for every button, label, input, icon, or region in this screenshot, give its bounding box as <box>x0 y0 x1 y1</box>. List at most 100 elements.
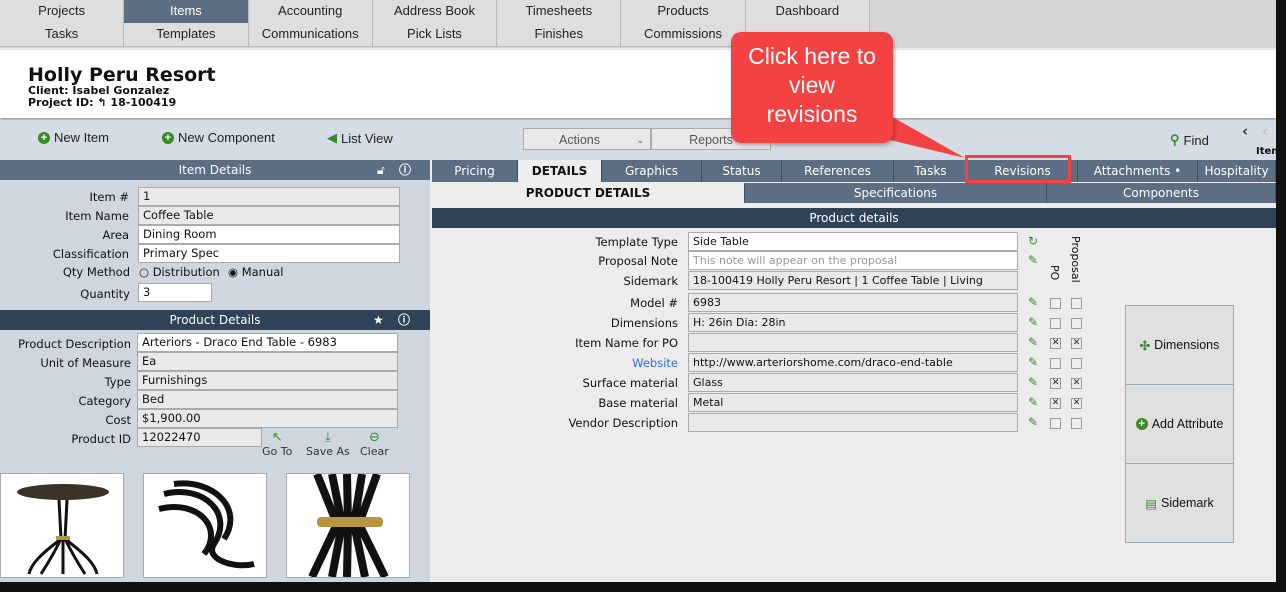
info-icon[interactable]: ⓘ <box>399 160 411 180</box>
field-input[interactable]: 12022470 <box>137 428 262 447</box>
pencil-icon[interactable]: ✎ <box>1028 335 1038 349</box>
revisions-callout: Click here to view revisions <box>731 32 893 143</box>
sidemark-button[interactable]: ▤ Sidemark <box>1125 463 1234 543</box>
new-component-button[interactable]: + New Component <box>162 130 275 145</box>
po-checkbox[interactable] <box>1050 298 1061 309</box>
clear-label: Clear <box>360 445 389 458</box>
field-input[interactable]: 6983 <box>688 293 1018 312</box>
field-label: Cost <box>105 413 131 427</box>
proposal-checkbox[interactable] <box>1071 358 1082 369</box>
qty-distribution-radio[interactable]: ○ Distribution <box>139 265 220 279</box>
po-checkbox[interactable]: ✕ <box>1050 378 1061 389</box>
pencil-icon[interactable]: ✎ <box>1028 395 1038 409</box>
field-input[interactable]: This note will appear on the proposal <box>688 251 1018 270</box>
proposal-checkbox[interactable] <box>1071 418 1082 429</box>
dimensions-label: Dimensions <box>1154 338 1220 352</box>
field-label: Item Name for PO <box>575 336 678 350</box>
nav-item[interactable]: Timesheets <box>497 0 622 24</box>
field-input[interactable]: Furnishings <box>137 371 398 390</box>
nav-item[interactable]: Tasks <box>0 23 125 47</box>
nav-item[interactable]: Products <box>621 0 746 24</box>
new-item-button[interactable]: + New Item <box>38 130 109 145</box>
clear-button[interactable]: ⊖ Clear <box>360 430 389 458</box>
back-arrow-icon[interactable]: ↰ <box>97 96 106 109</box>
product-image-1[interactable] <box>0 473 124 578</box>
next-arrow-icon[interactable]: ‹ <box>1262 122 1268 140</box>
nav-item[interactable]: Projects <box>0 0 125 24</box>
add-attribute-button[interactable]: + Add Attribute <box>1125 384 1234 464</box>
nav-item[interactable]: Finishes <box>497 23 622 47</box>
tab-details[interactable]: DETAILS <box>518 160 602 182</box>
subtab[interactable]: Components <box>1047 183 1276 203</box>
pencil-icon[interactable]: ✎ <box>1028 375 1038 389</box>
field-input[interactable]: Metal <box>688 393 1018 412</box>
field-input[interactable]: Ea <box>137 352 398 371</box>
info-icon[interactable]: ⓘ <box>398 310 410 330</box>
field-input[interactable] <box>688 333 1018 352</box>
field-label: Area <box>102 228 129 242</box>
field-input[interactable]: H: 26in Dia: 28in <box>688 313 1018 332</box>
tab-hospitality[interactable]: Hospitality <box>1198 160 1276 182</box>
field-input[interactable]: Glass <box>688 373 1018 392</box>
refresh-icon[interactable]: ↻ <box>1028 234 1038 248</box>
pencil-icon[interactable]: ✎ <box>1028 295 1038 309</box>
field-input[interactable]: Side Table <box>688 232 1018 251</box>
minus-circle-icon: ⊖ <box>368 430 380 445</box>
list-view-label: List View <box>341 130 393 146</box>
pencil-icon[interactable]: ✎ <box>1028 253 1038 267</box>
field-input[interactable]: Bed <box>137 390 398 409</box>
nav-item[interactable]: Communications <box>248 23 373 47</box>
proposal-checkbox[interactable]: ✕ <box>1071 338 1082 349</box>
po-checkbox[interactable] <box>1050 418 1061 429</box>
pencil-icon[interactable]: ✎ <box>1028 315 1038 329</box>
field-input[interactable]: $1,900.00 <box>137 409 398 428</box>
product-image-3[interactable] <box>286 472 410 579</box>
nav-item[interactable]: Dashboard <box>745 0 870 24</box>
tab-pricing[interactable]: Pricing <box>432 160 518 182</box>
nav-item[interactable]: Address Book <box>372 0 498 24</box>
nav-item[interactable]: Templates <box>124 23 249 47</box>
field-label[interactable]: Website <box>432 356 678 370</box>
nav-item[interactable]: Accounting <box>248 0 373 24</box>
field-input[interactable]: 1 <box>138 187 400 206</box>
nav-item[interactable]: Commissions <box>621 23 746 47</box>
proposal-checkbox[interactable]: ✕ <box>1071 378 1082 389</box>
tab-attachments[interactable]: Attachments • <box>1078 160 1198 182</box>
field-input[interactable]: http://www.arteriorshome.com/draco-end-t… <box>688 353 1018 372</box>
nav-item[interactable]: Items <box>124 0 249 24</box>
field-input[interactable] <box>688 413 1018 432</box>
actions-dropdown[interactable]: Actions ⌄ <box>523 128 651 150</box>
pencil-icon[interactable]: ✎ <box>1028 355 1038 369</box>
actions-label: Actions <box>559 133 600 147</box>
save-as-button[interactable]: ⤓ Save As <box>306 430 350 458</box>
quantity-input[interactable]: 3 <box>138 283 212 302</box>
go-to-button[interactable]: ↖ Go To <box>262 430 292 458</box>
list-view-button[interactable]: ◀ List View <box>327 130 393 146</box>
proposal-checkbox[interactable]: ✕ <box>1071 398 1082 409</box>
qty-manual-radio[interactable]: ◉ Manual <box>228 265 284 279</box>
field-input[interactable]: Coffee Table <box>138 206 400 225</box>
proposal-checkbox[interactable] <box>1071 318 1082 329</box>
po-checkbox[interactable] <box>1050 358 1061 369</box>
previous-arrow-icon[interactable]: ‹ <box>1242 122 1248 140</box>
field-input[interactable]: Arteriors - Draco End Table - 6983 <box>137 333 398 352</box>
dimensions-button[interactable]: ✣ Dimensions <box>1125 305 1234 385</box>
tab-graphics[interactable]: Graphics <box>602 160 702 182</box>
field-input[interactable]: Dining Room <box>138 225 400 244</box>
proposal-checkbox[interactable] <box>1071 298 1082 309</box>
po-checkbox[interactable]: ✕ <box>1050 398 1061 409</box>
field-input[interactable]: Primary Spec <box>138 244 400 263</box>
po-checkbox[interactable] <box>1050 318 1061 329</box>
subtab[interactable]: Specifications <box>745 183 1047 203</box>
product-image-2[interactable] <box>143 473 267 578</box>
nav-item[interactable]: Pick Lists <box>372 23 498 47</box>
po-checkbox[interactable]: ✕ <box>1050 338 1061 349</box>
find-button[interactable]: ⚲ Find <box>1170 132 1209 148</box>
field-input[interactable]: 18-100419 Holly Peru Resort | 1 Coffee T… <box>688 271 1018 290</box>
pencil-icon[interactable]: ✎ <box>1028 415 1038 429</box>
field-label: Surface material <box>582 376 678 390</box>
lock-icon[interactable]: 🔓︎ <box>377 160 385 180</box>
star-icon[interactable]: ★ <box>373 310 384 330</box>
tab-status[interactable]: Status <box>702 160 782 182</box>
subtab[interactable]: PRODUCT DETAILS <box>432 183 745 203</box>
